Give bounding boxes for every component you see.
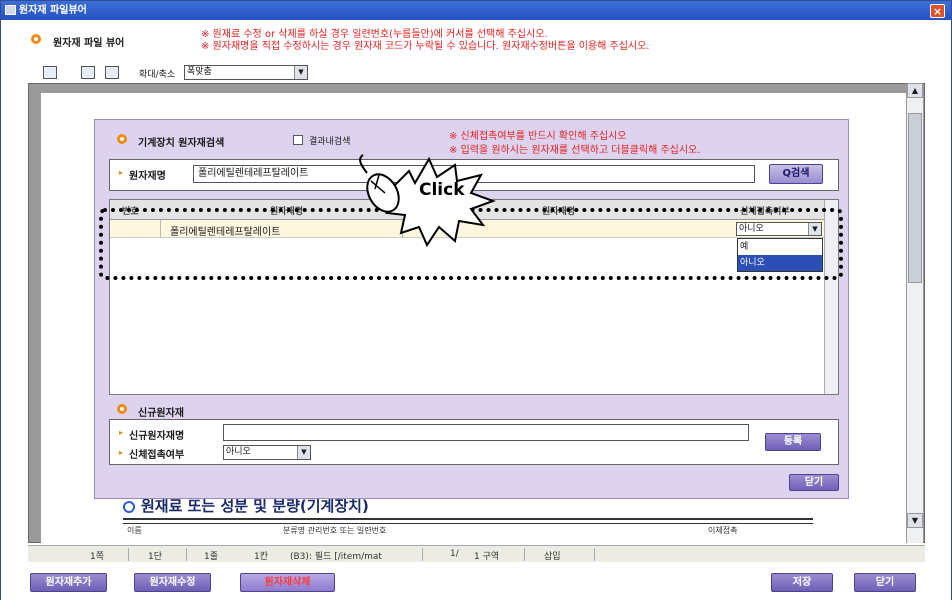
bullet-icon: ▸ <box>119 168 124 177</box>
doc-col-label: 이름 <box>127 526 142 535</box>
edit-material-button[interactable]: 원자재수정 <box>134 573 211 592</box>
orange-bullet-icon <box>31 34 41 44</box>
header: 원자재 파일 뷰어 ※ 원재료 수정 or 삭제를 하실 경우 일련번호(누름들… <box>1 20 951 64</box>
status-divider <box>186 548 187 561</box>
status-bar: 1쪽 1단 1줄 1칸 (B3): 필드 [/item/mat 1/ 1 구역 … <box>28 545 925 562</box>
status-field: (B3): 필드 [/item/mat <box>290 552 382 562</box>
grid-col-name: 원자재명 <box>270 207 304 217</box>
register-button[interactable]: 등록 <box>765 433 821 451</box>
doc-col-label: 이체접촉 <box>708 526 738 535</box>
bottom-action-bar: 원자재추가 원자재수정 원자재삭제 저장 닫기 <box>1 563 951 600</box>
document-rule <box>123 518 813 520</box>
page-title: 원자재 파일 뷰어 <box>53 38 125 49</box>
dropdown-option-yes[interactable]: 예 <box>738 239 822 255</box>
status-divider <box>594 548 595 561</box>
document-table-header: 이름 분류명 관리번호 또는 일련번호 이체접촉 <box>123 523 813 535</box>
orange-bullet-icon <box>117 404 127 414</box>
new-material-name-label: 신규원자재명 <box>129 431 185 442</box>
column-divider <box>160 220 161 238</box>
starburst-shape <box>385 156 496 248</box>
close-button[interactable]: 닫기 <box>854 573 916 592</box>
chevron-down-icon: ▼ <box>297 446 310 459</box>
status-column: 1단 <box>148 552 163 562</box>
delete-material-button[interactable]: 원자재삭제 <box>240 573 335 592</box>
title-bar: 원자재 파일뷰어 × <box>1 1 951 20</box>
fit-page-icon[interactable] <box>43 66 57 79</box>
dropdown-option-no[interactable]: 아니오 <box>738 255 822 271</box>
status-page: 1쪽 <box>90 552 105 562</box>
dialog-close-button[interactable]: 닫기 <box>789 474 839 491</box>
new-contact-select[interactable]: 아니오 ▼ <box>223 445 311 460</box>
doc-col-label: 분류명 관리번호 또는 일련번호 <box>283 526 387 535</box>
status-section-index: 1/ <box>450 549 459 559</box>
app-icon <box>5 5 16 15</box>
dialog-title: 기계장치 원자재검색 <box>138 138 225 149</box>
chevron-down-icon: ▼ <box>808 223 821 235</box>
dialog-notice-1: ※ 신체접촉여부를 반드시 확인해 주십시오 <box>449 131 627 142</box>
search-button[interactable]: Q검색 <box>769 164 823 184</box>
file-viewer-window: 원자재 파일뷰어 × 원자재 파일 뷰어 ※ 원재료 수정 or 삭제를 하실 … <box>0 0 952 600</box>
status-divider <box>524 548 525 561</box>
viewer-toolbar: 확대/축소 폭맞춤 ▼ <box>31 64 921 82</box>
result-search-checkbox[interactable] <box>293 135 303 145</box>
click-callout <box>359 154 496 248</box>
add-material-button[interactable]: 원자재추가 <box>30 573 107 592</box>
status-line: 1줄 <box>204 552 219 562</box>
document-vertical-scrollbar[interactable]: ▲ ▼ <box>906 83 923 543</box>
chevron-down-icon: ▼ <box>294 66 307 79</box>
grid-vertical-scrollbar[interactable] <box>824 200 838 394</box>
new-material-name-input[interactable] <box>223 424 749 441</box>
close-window-button[interactable]: × <box>930 4 945 18</box>
new-contact-label: 신체접촉여부 <box>129 450 185 461</box>
grid-col-code: 원자재명 <box>542 207 576 217</box>
zoom-select-value: 폭맞춤 <box>187 67 212 77</box>
contact-dropdown-list: 예 아니오 <box>737 238 823 272</box>
contact-select-value: 아니오 <box>739 224 764 234</box>
save-button[interactable]: 저장 <box>771 573 833 592</box>
new-contact-select-value: 아니오 <box>226 447 251 457</box>
print-icon[interactable] <box>105 66 119 79</box>
scroll-up-icon[interactable]: ▲ <box>907 83 923 98</box>
click-label: Click <box>419 180 465 200</box>
zoom-label: 확대/축소 <box>139 70 176 80</box>
window-title: 원자재 파일뷰어 <box>19 5 87 16</box>
status-section: 1 구역 <box>474 552 500 562</box>
material-name-label: 원자재명 <box>129 171 166 182</box>
zoom-select[interactable]: 폭맞춤 ▼ <box>184 65 308 80</box>
orange-bullet-icon <box>117 134 127 144</box>
contact-select[interactable]: 아니오 ▼ <box>736 222 822 236</box>
scroll-down-icon[interactable]: ▼ <box>907 513 923 528</box>
status-cell: 1칸 <box>254 552 269 562</box>
new-material-section-title: 신규원자재 <box>138 408 184 419</box>
bullet-icon: ▸ <box>119 448 124 457</box>
grid-col-number: 번호 <box>122 207 139 217</box>
status-divider <box>422 548 423 561</box>
grid-view-icon[interactable] <box>81 66 95 79</box>
row-material-name: 폴리에틸렌테레프탈레이트 <box>170 227 281 238</box>
scroll-thumb[interactable] <box>908 113 922 283</box>
ring-bullet-icon <box>123 500 135 513</box>
grid-col-contact: 신체접촉여부 <box>740 207 790 217</box>
document-heading-text: 원재료 또는 성분 및 분량(기계장치) <box>141 497 369 515</box>
status-insert-mode: 삽입 <box>544 552 561 562</box>
status-divider <box>128 548 129 561</box>
result-search-label: 결과내검색 <box>309 137 351 147</box>
header-notice-2: ※ 원자재명을 직접 수정하시는 경우 원자재 코드가 누락될 수 있습니다. … <box>201 41 650 52</box>
bullet-icon: ▸ <box>119 428 124 437</box>
